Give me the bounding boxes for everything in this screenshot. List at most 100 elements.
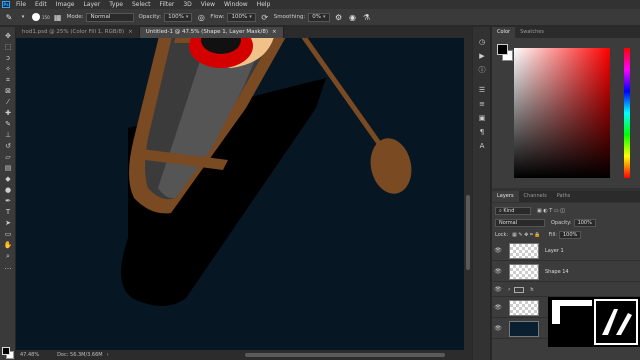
smoothing-label: Smoothing:	[273, 14, 306, 20]
eye-icon[interactable]: 👁	[492, 268, 504, 275]
tab-swatches[interactable]: Swatches	[515, 27, 549, 38]
dodge-tool-icon[interactable]: ●	[3, 185, 13, 195]
stamp-tool-icon[interactable]: ⊥	[3, 130, 13, 140]
layer-row[interactable]: 👁 Layer 1	[492, 241, 640, 261]
adjustments-icon[interactable]: ☰	[477, 85, 487, 95]
flow-field[interactable]: 100% ▾	[227, 12, 256, 22]
pen-tool-icon[interactable]: ✒	[3, 196, 13, 206]
smoothing-value: 0%	[312, 13, 322, 20]
type-tool-icon[interactable]: T	[3, 207, 13, 217]
eye-icon[interactable]: 👁	[492, 304, 504, 311]
airbrush-icon[interactable]: ⟳	[260, 12, 270, 22]
logo-icon	[594, 299, 638, 345]
color-picker-field[interactable]	[514, 48, 610, 178]
magic-wand-tool-icon[interactable]: ✧	[3, 64, 13, 74]
blend-mode-value: Normal	[499, 220, 518, 226]
eye-icon[interactable]: 👁	[492, 247, 504, 254]
properties-icon[interactable]: ≡	[477, 99, 487, 109]
foreground-color-swatch[interactable]	[497, 44, 508, 55]
panel-dock: ◷ ▶ ⓘ ☰ ≡ ▣ ¶ A	[473, 27, 491, 360]
history-brush-icon[interactable]: ↺	[3, 141, 13, 151]
document-canvas[interactable]	[16, 38, 464, 350]
layer-name: Shape 14	[545, 268, 569, 275]
opacity-field[interactable]: 100% ▾	[164, 12, 193, 22]
menu-layer[interactable]: Layer	[83, 0, 100, 9]
blend-row: Normal Opacity: 100%	[495, 219, 596, 227]
mode-select[interactable]: Normal	[86, 12, 135, 22]
pressure-size-icon[interactable]: ◉	[348, 12, 358, 22]
tab-hod1[interactable]: hod1.psd @ 25% (Color Fill 1, RGB/8) ×	[16, 27, 140, 38]
menu-edit[interactable]: Edit	[35, 0, 47, 9]
menu-type[interactable]: Type	[109, 0, 123, 9]
tab-channels[interactable]: Channels	[519, 191, 552, 202]
lasso-tool-icon[interactable]: ↄ	[3, 53, 13, 63]
tab-paths[interactable]: Paths	[552, 191, 576, 202]
more-tools-icon[interactable]: …	[3, 262, 13, 272]
kind-label: Kind	[503, 208, 515, 214]
foreground-color-swatch[interactable]	[2, 347, 10, 355]
tab-color[interactable]: Color	[492, 27, 516, 38]
eye-icon[interactable]: 👁	[492, 325, 504, 332]
gear-icon[interactable]: ⚙	[334, 12, 344, 22]
smoothing-field[interactable]: 0% ▾	[308, 12, 330, 22]
history-icon[interactable]: ◷	[477, 37, 487, 47]
layer-row[interactable]: 👁 Shape 14	[492, 262, 640, 282]
healing-tool-icon[interactable]: ✚	[3, 108, 13, 118]
layer-group-row[interactable]: 👁 › h	[492, 283, 640, 297]
gradient-tool-icon[interactable]: ▤	[3, 163, 13, 173]
menu-select[interactable]: Select	[132, 0, 151, 9]
info-icon[interactable]: ⓘ	[477, 65, 487, 75]
marquee-tool-icon[interactable]: ⬚	[3, 42, 13, 52]
vertical-scroll-thumb[interactable]	[466, 195, 470, 270]
path-select-tool-icon[interactable]: ➤	[3, 218, 13, 228]
menu-3d[interactable]: 3D	[183, 0, 191, 9]
close-icon[interactable]: ×	[128, 29, 133, 35]
frame-tool-icon[interactable]: ⊠	[3, 86, 13, 96]
brush-tool-icon[interactable]: ✎	[3, 119, 13, 129]
blur-tool-icon[interactable]: ◆	[3, 174, 13, 184]
layer-opacity-field[interactable]: 100%	[573, 219, 596, 227]
fill-field[interactable]: 100%	[558, 231, 582, 239]
horizontal-scroll-thumb[interactable]	[245, 353, 445, 357]
play-icon[interactable]: ▶	[477, 51, 487, 61]
menu-filter[interactable]: Filter	[160, 0, 175, 9]
chevron-right-icon[interactable]: ›	[508, 286, 510, 293]
crop-tool-icon[interactable]: ⌗	[3, 75, 13, 85]
vertical-scrollbar[interactable]	[464, 38, 472, 350]
symmetry-icon[interactable]: ⚗	[362, 12, 372, 22]
shape-tool-icon[interactable]: ▭	[3, 229, 13, 239]
menu-view[interactable]: View	[201, 0, 215, 9]
pressure-opacity-icon[interactable]: ◎	[196, 12, 206, 22]
menu-window[interactable]: Window	[224, 0, 248, 9]
kind-filter-select[interactable]: ⌕ Kind	[495, 207, 531, 215]
hue-slider[interactable]	[624, 48, 630, 178]
brush-settings-icon[interactable]: ▦	[53, 12, 63, 22]
filter-icons[interactable]: ▣ ◐ T ▭ ◫	[537, 208, 565, 214]
brush-preset-icon[interactable]	[32, 13, 40, 21]
brush-tool-icon[interactable]: ✎	[4, 12, 14, 22]
blend-mode-select[interactable]: Normal	[495, 219, 545, 227]
paragraph-icon[interactable]: ¶	[477, 127, 487, 137]
doc-size[interactable]: Doc: 56.3M/3.66M	[57, 352, 103, 358]
opacity-value: 100%	[168, 13, 184, 20]
eraser-tool-icon[interactable]: ▱	[3, 152, 13, 162]
layer-thumbnail	[509, 299, 539, 316]
zoom-tool-icon[interactable]: ⌕	[3, 251, 13, 261]
menu-help[interactable]: Help	[257, 0, 271, 9]
eye-icon[interactable]: 👁	[492, 286, 504, 293]
chevron-right-icon[interactable]: ›	[107, 352, 109, 358]
character-icon[interactable]: A	[477, 141, 487, 151]
tab-untitled-1[interactable]: Untitled-1 @ 47.5% (Shape 1, Layer Mask/…	[139, 27, 284, 38]
menu-image[interactable]: Image	[56, 0, 75, 9]
close-icon[interactable]: ×	[272, 29, 277, 35]
eyedropper-tool-icon[interactable]: ⁄	[3, 97, 13, 107]
hand-tool-icon[interactable]: ✋	[3, 240, 13, 250]
libraries-icon[interactable]: ▣	[477, 113, 487, 123]
menu-file[interactable]: File	[16, 0, 26, 9]
chevron-down-icon[interactable]: ▾	[18, 12, 28, 22]
tab-layers[interactable]: Layers	[492, 191, 519, 202]
zoom-level[interactable]: 47.48%	[20, 352, 39, 358]
move-tool-icon[interactable]: ✥	[3, 31, 13, 41]
fill-label: Fill:	[548, 232, 557, 238]
lock-icons[interactable]: ▦ ✎ ✥ ⌗ 🔒	[512, 232, 541, 238]
